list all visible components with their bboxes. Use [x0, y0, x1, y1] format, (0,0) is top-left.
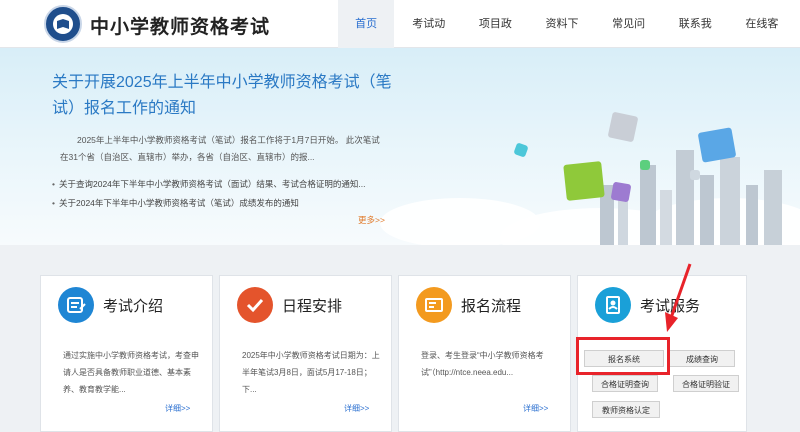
card-more-link[interactable]: 详细>>	[523, 403, 548, 414]
site-logo[interactable]	[44, 5, 82, 43]
certificate-verify-button[interactable]: 合格证明验证	[673, 375, 739, 392]
card-more-link[interactable]: 详细>>	[165, 403, 190, 414]
nav-faq[interactable]: 常见问题	[600, 0, 667, 78]
certificate-query-button[interactable]: 合格证明查询	[592, 375, 658, 392]
news-link-text[interactable]: 关于2024年下半年中小学教师资格考试（笔试）成绩发布的通知	[59, 198, 299, 208]
building-illustration	[700, 175, 714, 245]
card-description: 通过实施中小学教师资格考试，考查申请人是否具备教师职业道德、基本素养、教育教学能…	[63, 351, 199, 394]
cube-decoration	[610, 181, 632, 203]
building-illustration	[746, 185, 758, 245]
card-title[interactable]: 考试介绍	[103, 295, 163, 316]
news-link-text[interactable]: 关于查询2024年下半年中小学教师资格考试（面试）结果、考试合格证明的通知...	[59, 179, 366, 189]
building-illustration	[640, 165, 656, 245]
id-card-icon	[58, 287, 94, 323]
cube-decoration	[607, 111, 639, 143]
hero-banner: 关于开展2025年上半年中小学教师资格考试（笔试）报名工作的通知 2025年上半…	[0, 48, 800, 245]
nav-contact[interactable]: 联系我们	[667, 0, 734, 78]
news-link-1[interactable]: • 关于查询2024年下半年中小学教师资格考试（面试）结果、考试合格证明的通知..…	[52, 178, 365, 190]
check-icon	[237, 287, 273, 323]
card-exam-intro: 考试介绍 通过实施中小学教师资格考试，考查申请人是否具备教师职业道德、基本素养、…	[40, 275, 213, 432]
red-arrow-icon	[665, 263, 692, 332]
news-link-2[interactable]: • 关于2024年下半年中小学教师资格考试（笔试）成绩发布的通知	[52, 197, 299, 209]
contacts-book-icon	[595, 287, 631, 323]
card-description: 2025年中小学教师资格考试日期为：上半年笔试3月8日，面试5月17-18日；下…	[242, 351, 380, 394]
building-illustration	[720, 157, 740, 245]
cube-decoration	[640, 160, 650, 170]
nav-online-service[interactable]: 在线客服	[733, 0, 800, 78]
card-title[interactable]: 报名流程	[461, 295, 521, 316]
building-illustration	[618, 200, 628, 245]
building-illustration	[660, 190, 672, 245]
building-illustration	[676, 150, 694, 245]
card-schedule: 日程安排 2025年中小学教师资格考试日期为：上半年笔试3月8日，面试5月17-…	[219, 275, 392, 432]
card-more-link[interactable]: 详细>>	[344, 403, 369, 414]
card-description: 登录、考生登录“中小学教师资格考试”（http://ntce.neea.edu.…	[421, 351, 544, 377]
nav-downloads[interactable]: 资料下载	[533, 0, 600, 78]
site-header: 中小学教师资格考试 首页 考试动态 项目政策 资料下载 常见问题 联系我们 在线…	[0, 0, 800, 78]
more-link[interactable]: 更多>>	[358, 214, 385, 226]
building-illustration	[764, 170, 782, 245]
nav-policy[interactable]: 项目政策	[467, 0, 534, 78]
form-icon	[416, 287, 452, 323]
cube-decoration	[513, 142, 529, 158]
nav-home[interactable]: 首页	[338, 0, 395, 48]
nav-exam-news[interactable]: 考试动态	[400, 0, 467, 78]
cube-decoration	[697, 127, 737, 163]
teacher-certification-button[interactable]: 教师资格认定	[592, 401, 660, 418]
highlight-box	[576, 337, 670, 375]
main-nav: 首页 考试动态 项目政策 资料下载 常见问题 联系我们 在线客服	[338, 0, 800, 78]
cube-decoration	[690, 170, 700, 180]
card-title[interactable]: 日程安排	[282, 295, 342, 316]
news-headline[interactable]: 关于开展2025年上半年中小学教师资格考试（笔试）报名工作的通知	[52, 70, 397, 122]
news-summary: 2025年上半年中小学教师资格考试（笔试）报名工作将于1月7日开始。 此次笔试在…	[60, 135, 380, 162]
site-title[interactable]: 中小学教师资格考试	[90, 12, 270, 39]
score-query-button[interactable]: 成绩查询	[669, 350, 735, 367]
card-registration-process: 报名流程 登录、考生登录“中小学教师资格考试”（http://ntce.neea…	[398, 275, 571, 432]
cube-decoration	[563, 161, 605, 201]
